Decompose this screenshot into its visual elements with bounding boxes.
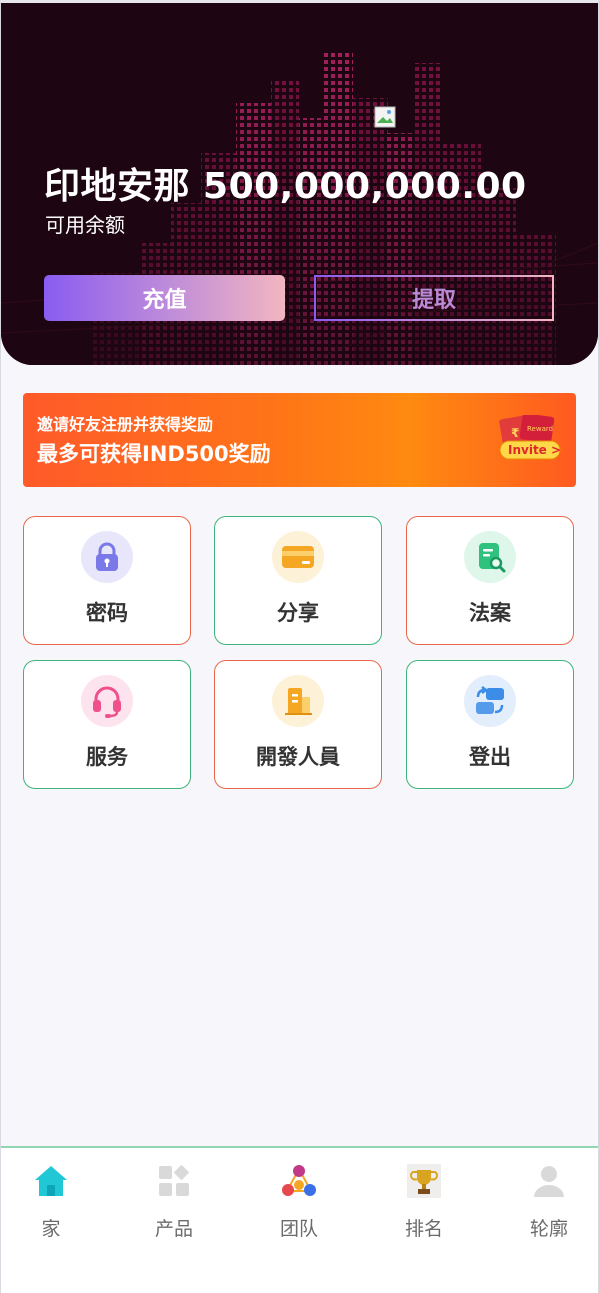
- profile-icon: [530, 1162, 568, 1200]
- recharge-button[interactable]: 充值: [44, 275, 285, 321]
- withdraw-button[interactable]: 提取: [314, 275, 554, 321]
- swap-icon: [464, 675, 516, 727]
- tab-label: 排名: [404, 1218, 443, 1240]
- menu-item-developer[interactable]: 開發人員: [214, 660, 382, 789]
- menu-item-label: 登出: [469, 745, 511, 769]
- tab-label: 产品: [154, 1218, 193, 1240]
- menu-item-logout[interactable]: 登出: [406, 660, 574, 789]
- grid-icon: [155, 1162, 193, 1200]
- tab-home[interactable]: 家: [1, 1162, 101, 1242]
- menu-item-label: 開發人員: [256, 745, 340, 769]
- building-icon: [272, 675, 324, 727]
- invite-banner[interactable]: 邀请好友注册并获得奖励 最多可获得IND500奖励 ₹ Reward Invit…: [23, 393, 576, 487]
- balance-label: 可用余额: [45, 213, 125, 237]
- menu-item-label: 分享: [277, 601, 319, 625]
- invite-badge-graphic[interactable]: ₹ Reward Invite >: [497, 415, 576, 467]
- invite-title: 邀请好友注册并获得奖励: [37, 415, 214, 434]
- tab-ranking[interactable]: 排名: [374, 1162, 474, 1242]
- tab-profile[interactable]: 轮廓: [499, 1162, 599, 1242]
- invite-reward-text: 最多可获得IND500奖励: [37, 442, 271, 466]
- menu-item-share[interactable]: 分享: [214, 516, 382, 645]
- rupee-icon: ₹: [511, 426, 519, 440]
- lock-icon: [81, 531, 133, 583]
- reward-ticket-text: Reward: [527, 425, 553, 433]
- menu-item-bill[interactable]: 法案: [406, 516, 574, 645]
- tab-products[interactable]: 产品: [124, 1162, 224, 1242]
- tab-label: 团队: [279, 1218, 318, 1240]
- tab-label: 轮廓: [529, 1218, 568, 1240]
- menu-item-password[interactable]: 密码: [23, 516, 191, 645]
- team-icon: [280, 1162, 318, 1200]
- tab-team[interactable]: 团队: [249, 1162, 349, 1242]
- menu-item-label: 服务: [86, 745, 128, 769]
- trophy-icon: [405, 1162, 443, 1200]
- home-icon: [32, 1162, 70, 1200]
- invite-badge-text: Invite >: [508, 443, 561, 457]
- menu-item-label: 法案: [469, 601, 511, 625]
- balance-amount: 印地安那 500,000,000.00: [44, 166, 527, 207]
- tab-label: 家: [41, 1218, 61, 1240]
- menu-item-label: 密码: [86, 601, 128, 625]
- menu-item-service[interactable]: 服务: [23, 660, 191, 789]
- headset-icon: [81, 675, 133, 727]
- broken-image-icon: [374, 106, 396, 128]
- card-icon: [272, 531, 324, 583]
- bottom-tab-bar: 家 产品 团队 排名 轮廓: [1, 1146, 598, 1293]
- document-search-icon: [464, 531, 516, 583]
